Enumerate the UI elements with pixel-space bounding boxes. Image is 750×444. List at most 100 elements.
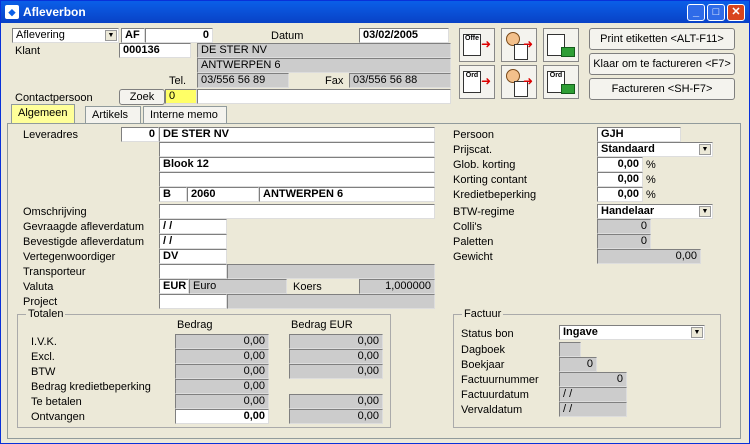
totalen-bedrag-eur-field: 0,00 <box>289 394 383 409</box>
totalen-bedrag-field: 0,00 <box>175 349 269 364</box>
tel-field: 03/556 56 89 <box>197 73 289 88</box>
maximize-button[interactable]: □ <box>707 4 725 21</box>
korting-contant-field[interactable]: 0,00 <box>597 172 643 187</box>
address-line3-field[interactable]: Blook 12 <box>159 157 435 172</box>
chevron-down-icon: ▼ <box>691 327 703 338</box>
leveradres-name-field[interactable]: DE STER NV <box>159 127 435 142</box>
doc-type-value: Aflevering <box>16 29 65 41</box>
factuur-title: Factuur <box>462 308 504 320</box>
totalen-row-label: Excl. <box>31 351 55 363</box>
glob-korting-label: Glob. korting <box>453 159 516 171</box>
omschrijving-field[interactable] <box>159 204 435 219</box>
person-document-button[interactable]: ➜ <box>501 28 537 62</box>
app-icon: ◆ <box>5 5 19 19</box>
percent-sign: % <box>646 159 656 171</box>
transporteur-field[interactable] <box>159 264 227 279</box>
code-field[interactable]: AF <box>121 28 145 43</box>
totalen-bedrag-field: 0,00 <box>175 364 269 379</box>
factuurdatum-label: Factuurdatum <box>461 389 529 401</box>
leveradres-number-field[interactable]: 0 <box>121 127 159 142</box>
arrow-icon: ➜ <box>522 74 533 88</box>
arrow-icon: ➜ <box>480 74 491 88</box>
zoek-button[interactable]: Zoek <box>119 89 165 105</box>
factuurnummer-field: 0 <box>559 372 627 387</box>
totalen-bedrag-eur-field: 0,00 <box>289 334 383 349</box>
status-bon-label: Status bon <box>461 328 514 340</box>
vervaldatum-label: Vervaldatum <box>461 404 523 416</box>
offerte-button[interactable]: Offe ➜ <box>459 28 495 62</box>
address-line4-field[interactable] <box>159 172 435 187</box>
prijscat-value: Standaard <box>601 143 655 155</box>
excel-icon <box>561 84 575 94</box>
totalen-bedrag-field[interactable]: 0,00 <box>175 409 269 424</box>
ready-to-invoice-button[interactable]: Klaar om te factureren <F7> <box>589 53 735 75</box>
valuta-code-field[interactable]: EUR <box>159 279 189 294</box>
kredietbeperking-field[interactable]: 0,00 <box>597 187 643 202</box>
dagboek-field <box>559 342 581 357</box>
vertegen-field[interactable]: DV <box>159 249 227 264</box>
order-button[interactable]: Ord ➜ <box>459 65 495 99</box>
totalen-row-label: I.V.K. <box>31 336 57 348</box>
postcode-field[interactable]: 2060 <box>187 187 259 202</box>
transporteur-label: Transporteur <box>23 266 86 278</box>
tab-interne-memo[interactable]: Interne memo <box>143 106 227 124</box>
leveradres-label: Leveradres <box>23 129 79 141</box>
person-order-button[interactable]: ➜ <box>501 65 537 99</box>
persoon-field[interactable]: GJH <box>597 127 681 142</box>
totalen-bedrag-eur-field: 0,00 <box>289 349 383 364</box>
city-field[interactable]: ANTWERPEN 6 <box>259 187 435 202</box>
bedrag-header: Bedrag <box>177 319 213 331</box>
bedrag-eur-header: Bedrag EUR <box>291 319 353 331</box>
window-title: Afleverbon <box>23 5 86 19</box>
prijscat-label: Prijscat. <box>453 144 493 156</box>
dagboek-label: Dagboek <box>461 344 506 356</box>
tab-artikels[interactable]: Artikels <box>85 106 141 124</box>
address-line2-field[interactable] <box>159 142 435 157</box>
document-icon: Offe <box>463 34 481 56</box>
klant-name-field: DE STER NV <box>197 43 451 58</box>
glob-korting-field[interactable]: 0,00 <box>597 157 643 172</box>
persoon-label: Persoon <box>453 129 494 141</box>
date-field[interactable]: 03/02/2005 <box>359 28 449 43</box>
minimize-button[interactable]: _ <box>687 4 705 21</box>
collis-label: Colli's <box>453 221 482 233</box>
klant-number-field[interactable]: 000136 <box>119 43 191 58</box>
koers-field: 1,000000 <box>359 279 435 294</box>
transporteur-name-field <box>227 264 435 279</box>
prijscat-select[interactable]: Standaard ▼ <box>597 142 713 157</box>
close-button[interactable]: ✕ <box>727 4 745 21</box>
country-field[interactable]: B <box>159 187 187 202</box>
chevron-down-icon: ▼ <box>699 206 711 217</box>
gewicht-label: Gewicht <box>453 251 493 263</box>
status-bon-select[interactable]: Ingave ▼ <box>559 325 705 340</box>
factuurdatum-field: / / <box>559 387 627 402</box>
btw-regime-label: BTW-regime <box>453 206 515 218</box>
tab-algemeen[interactable]: Algemeen <box>11 104 75 124</box>
bevestigde-field[interactable]: / / <box>159 234 227 249</box>
order-document-icon: Ord <box>463 71 481 93</box>
paletten-field: 0 <box>597 234 651 249</box>
valuta-name-field: Euro <box>189 279 287 294</box>
totalen-bedrag-field: 0,00 <box>175 394 269 409</box>
chevron-down-icon: ▼ <box>105 30 117 41</box>
contact-name-field[interactable] <box>197 89 451 104</box>
print-labels-button[interactable]: Print etiketten <ALT-F11> <box>589 28 735 50</box>
project-field[interactable] <box>159 294 227 309</box>
status-bon-value: Ingave <box>563 326 598 338</box>
kredietbeperking-label: Kredietbeperking <box>453 189 537 201</box>
factuurnummer-label: Factuurnummer <box>461 374 539 386</box>
contact-number-field[interactable]: 0 <box>165 89 197 104</box>
btw-regime-select[interactable]: Handelaar ▼ <box>597 204 713 219</box>
percent-sign: % <box>646 189 656 201</box>
excel-export-button[interactable] <box>543 28 579 62</box>
order-excel-button[interactable]: Ord <box>543 65 579 99</box>
doc-number-field[interactable]: 0 <box>145 28 213 43</box>
korting-contant-label: Korting contant <box>453 174 527 186</box>
invoice-button[interactable]: Factureren <SH-F7> <box>589 78 735 100</box>
totalen-bedrag-eur-field: 0,00 <box>289 364 383 379</box>
valuta-label: Valuta <box>23 281 54 293</box>
totalen-row-label: Ontvangen <box>31 411 85 423</box>
gevraagde-field[interactable]: / / <box>159 219 227 234</box>
doc-type-select[interactable]: Aflevering ▼ <box>12 28 119 43</box>
totalen-row-label: BTW <box>31 366 56 378</box>
